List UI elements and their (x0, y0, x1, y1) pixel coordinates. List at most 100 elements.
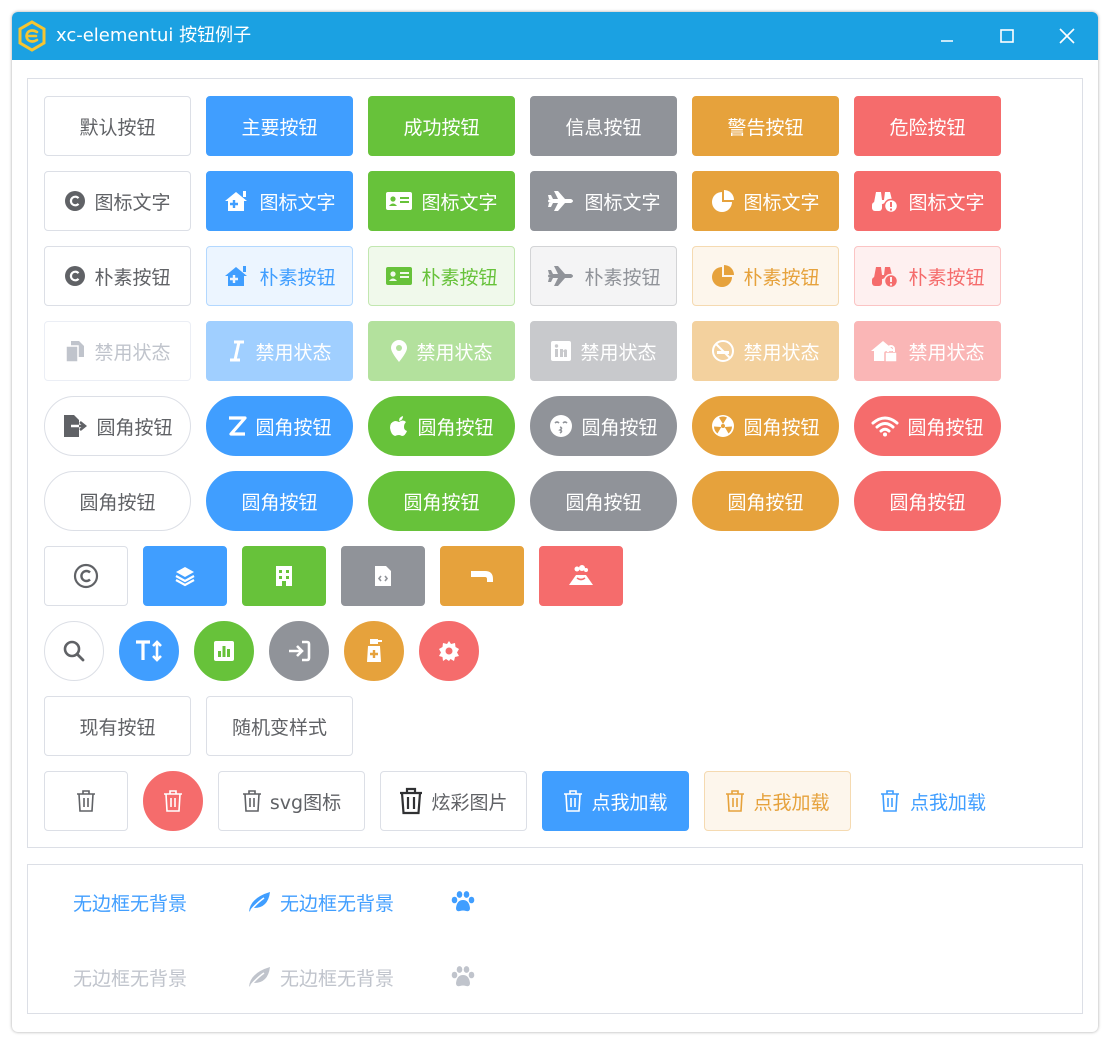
icon-text-danger-button[interactable]: 图标文字 (854, 171, 1001, 231)
round-info-button[interactable]: 圆角按钮 (530, 471, 677, 531)
icon-text-success-button[interactable]: 图标文字 (368, 171, 515, 231)
button-label: 禁用状态 (580, 341, 657, 364)
button-label: 危险按钮 (889, 116, 966, 139)
default-button[interactable]: 默认按钮 (44, 96, 191, 156)
borderless-paw-button[interactable] (450, 882, 476, 922)
delete-circle-danger-button[interactable] (143, 771, 203, 831)
disabled-danger-button: 禁用状态 (854, 321, 1001, 381)
button-label: 圆角按钮 (889, 491, 966, 514)
icon-text-primary-button[interactable]: 图标文字 (206, 171, 353, 231)
button-label: 圆角按钮 (743, 416, 820, 439)
circle-primary-button[interactable] (119, 621, 179, 681)
button-label: 圆角按钮 (96, 416, 173, 439)
copyright-icon (73, 563, 99, 589)
plain-default-button[interactable]: 朴素按钮 (44, 246, 191, 306)
id-card-icon (386, 267, 413, 285)
minimize-icon (941, 40, 953, 42)
warning-button[interactable]: 警告按钮 (692, 96, 839, 156)
button-label: 随机变样式 (231, 716, 327, 739)
circle-search-button[interactable] (44, 621, 104, 681)
button-label: 图标文字 (743, 191, 820, 214)
existing-button[interactable]: 现有按钮 (44, 696, 191, 756)
button-label: 无边框无背景 (73, 892, 188, 915)
random-style-button[interactable]: 随机变样式 (206, 696, 353, 756)
round-warning-button[interactable]: 圆角按钮 (692, 471, 839, 531)
circle-success-button[interactable] (194, 621, 254, 681)
plain-warning-button[interactable]: 朴素按钮 (692, 246, 839, 306)
building-icon (276, 566, 292, 586)
bar-chart-icon (214, 641, 234, 661)
icon-text-info-button[interactable]: 图标文字 (530, 171, 677, 231)
icon-only-danger-button[interactable] (539, 546, 623, 606)
load-plain-warning-button[interactable]: 点我加载 (704, 771, 851, 831)
colorful-image-button[interactable]: 炫彩图片 (380, 771, 527, 831)
icon-only-default-button[interactable] (44, 546, 128, 606)
svg-icon-button[interactable]: svg图标 (218, 771, 365, 831)
sign-in-icon (289, 640, 311, 662)
faucet-icon (471, 571, 493, 582)
disabled-warning-button: 禁用状态 (692, 321, 839, 381)
info-button[interactable]: 信息按钮 (530, 96, 677, 156)
delete-default-button[interactable] (44, 771, 128, 831)
borderless-text-button[interactable]: 无边框无背景 (73, 882, 187, 922)
round-icon-danger-button[interactable]: 圆角按钮 (854, 396, 1001, 456)
button-label: 圆角按钮 (403, 491, 480, 514)
button-label: 点我加载 (753, 791, 830, 814)
italic-icon (230, 340, 245, 362)
round-icon-default-button[interactable]: 圆角按钮 (44, 396, 191, 456)
id-card-icon (386, 192, 413, 210)
icon-only-info-button[interactable] (341, 546, 425, 606)
success-button[interactable]: 成功按钮 (368, 96, 515, 156)
button-label: 禁用状态 (416, 341, 493, 364)
icon-only-success-button[interactable] (242, 546, 326, 606)
round-icon-success-button[interactable]: 圆角按钮 (368, 396, 515, 456)
trash-icon (400, 787, 423, 815)
round-primary-button[interactable]: 圆角按钮 (206, 471, 353, 531)
spray-bottle-icon (367, 639, 382, 662)
button-label: 朴素按钮 (94, 266, 171, 289)
minimize-button[interactable] (918, 12, 976, 60)
danger-button[interactable]: 危险按钮 (854, 96, 1001, 156)
trash-icon (881, 790, 899, 812)
icon-only-primary-button[interactable] (143, 546, 227, 606)
round-icon-info-button[interactable]: 圆角按钮 (530, 396, 677, 456)
apple-icon (390, 416, 408, 436)
plain-primary-button[interactable]: 朴素按钮 (206, 246, 353, 306)
pie-chart-icon (712, 265, 735, 287)
pie-chart-icon (712, 190, 735, 212)
circle-info-button[interactable] (269, 621, 329, 681)
button-label: 圆角按钮 (79, 491, 156, 514)
plain-success-button[interactable]: 朴素按钮 (368, 246, 515, 306)
load-primary-button[interactable]: 点我加载 (542, 771, 689, 831)
round-icon-primary-button[interactable]: 圆角按钮 (206, 396, 353, 456)
icon-only-warning-button[interactable] (440, 546, 524, 606)
load-text-button[interactable]: 点我加载 (880, 781, 986, 821)
round-default-button[interactable]: 圆角按钮 (44, 471, 191, 531)
icon-text-default-button[interactable]: 图标文字 (44, 171, 191, 231)
title-bar[interactable]: xc-elementui 按钮例子 (12, 12, 1098, 60)
volcano-icon (569, 565, 593, 585)
copyright-icon (65, 266, 86, 286)
round-icon-warning-button[interactable]: 圆角按钮 (692, 396, 839, 456)
gear-icon (439, 641, 459, 661)
map-pin-icon (391, 340, 408, 362)
window-title: xc-elementui 按钮例子 (56, 25, 252, 46)
leaf-icon (249, 892, 270, 912)
borderless-icon-text-button[interactable]: 无边框无背景 (246, 882, 394, 922)
circle-danger-button[interactable] (419, 621, 479, 681)
plain-danger-button[interactable]: 朴素按钮 (854, 246, 1001, 306)
paw-icon (451, 891, 475, 912)
disabled-success-button: 禁用状态 (368, 321, 515, 381)
close-button[interactable] (1038, 12, 1096, 60)
icon-text-warning-button[interactable]: 图标文字 (692, 171, 839, 231)
round-danger-button[interactable]: 圆角按钮 (854, 471, 1001, 531)
leaf-icon (249, 967, 270, 987)
circle-warning-button[interactable] (344, 621, 404, 681)
primary-button[interactable]: 主要按钮 (206, 96, 353, 156)
plain-info-button[interactable]: 朴素按钮 (530, 246, 677, 306)
round-success-button[interactable]: 圆角按钮 (368, 471, 515, 531)
maximize-button[interactable] (978, 12, 1036, 60)
button-label: 无边框无背景 (73, 967, 188, 990)
button-label: 现有按钮 (79, 716, 156, 739)
borderless-text-disabled-button: 无边框无背景 (73, 957, 187, 997)
